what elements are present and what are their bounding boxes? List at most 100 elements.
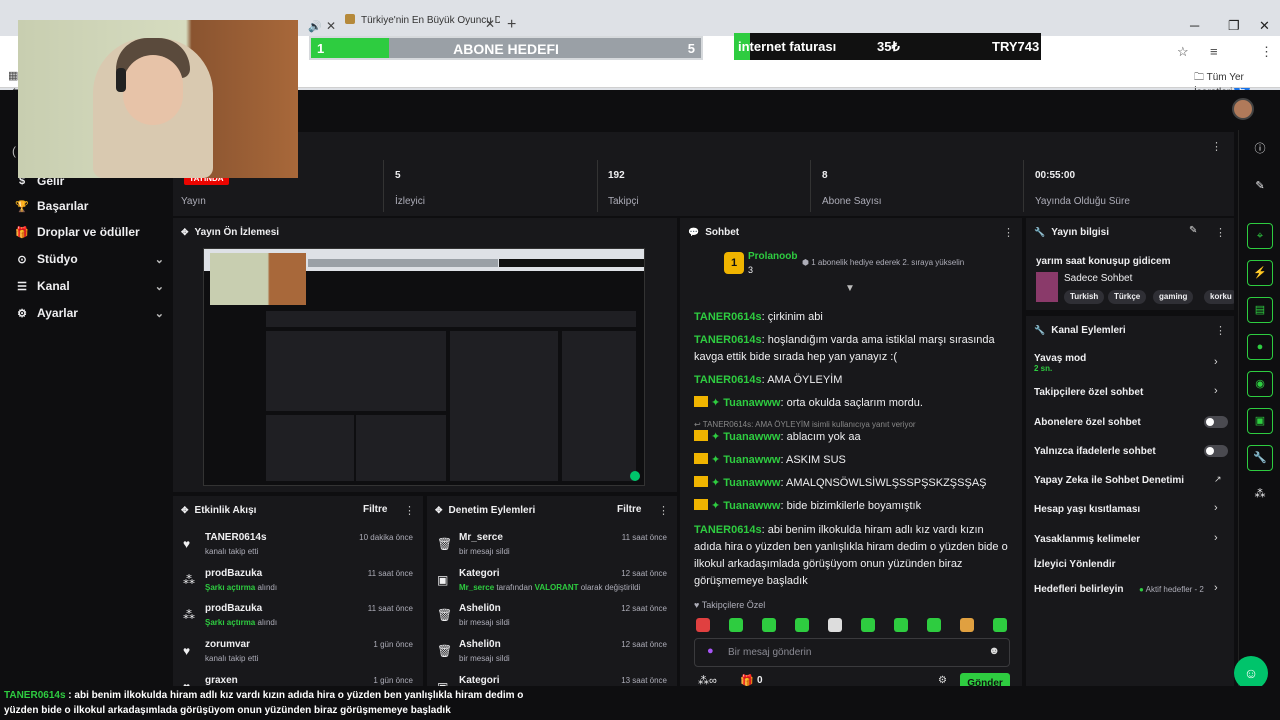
chat-username[interactable]: TANER0614s (694, 311, 762, 323)
account-age-row[interactable]: Hesap yaşı kısıtlaması (1034, 504, 1224, 515)
more-options-icon[interactable]: ⋮ (658, 504, 669, 517)
close-tab-icon[interactable]: ✕ (485, 17, 495, 31)
help-chat-button[interactable]: ☺ (1234, 656, 1268, 690)
edit-icon[interactable]: ✎ (1247, 174, 1273, 200)
mod-user[interactable]: Mr_serce (459, 532, 503, 543)
viewer-redirect-row[interactable]: İzleyici Yönlendir (1034, 559, 1224, 570)
emote-icon[interactable] (762, 618, 776, 632)
feed-user[interactable]: prodBazuka (205, 603, 262, 614)
drag-icon[interactable]: ✥ (181, 227, 189, 238)
sidebar-item-studyo[interactable]: ⊙ Stüdyo ⌄ (14, 252, 164, 266)
star-icon[interactable]: ☆ (1177, 44, 1189, 60)
emote-icon[interactable] (729, 618, 743, 632)
reward-icon[interactable]: ⁂ (1247, 482, 1273, 508)
mic-icon[interactable]: ● (707, 645, 714, 657)
feed-user[interactable]: graxen (205, 675, 238, 686)
chat-username[interactable]: TANER0614s (694, 524, 762, 536)
sidebar-item-basarilar[interactable]: 🏆 Başarılar (14, 199, 164, 213)
chat-username[interactable]: Tuanawww (723, 500, 780, 512)
more-options-icon[interactable]: ⋮ (1003, 226, 1014, 239)
emoji-icon[interactable]: ☻ (988, 645, 1000, 657)
menu-icon[interactable]: ⋮ (1260, 44, 1273, 60)
gift-leaderboard[interactable]: 1 Prolanoob 3 ⬢ 1 abonelik hediye ederek… (724, 251, 1022, 282)
stream-preview-video[interactable] (203, 248, 645, 486)
apps-icon[interactable]: ▦ (8, 69, 18, 82)
tag-pill[interactable]: gaming (1153, 290, 1194, 304)
chat-username[interactable]: Tuanawww (723, 477, 780, 489)
sidebar-item-droplar[interactable]: 🎁 Droplar ve ödüller (14, 225, 164, 239)
minimize-icon[interactable]: ─ (1190, 18, 1199, 33)
chat-bubble-icon[interactable]: ● (1247, 334, 1273, 360)
followers-chat-row[interactable]: Takipçilere özel sohbet (1034, 387, 1224, 398)
chevron-right-icon[interactable]: › (1214, 502, 1218, 514)
filter-button[interactable]: Filtre (617, 504, 641, 515)
close-tab-icon[interactable]: ✕ (326, 19, 336, 33)
more-options-icon[interactable]: ⋮ (1211, 140, 1222, 153)
external-link-icon[interactable]: ↗ (1214, 474, 1222, 485)
edit-icon[interactable]: ✎ (1189, 225, 1197, 236)
wrench-icon[interactable]: 🔧 (1247, 445, 1273, 471)
broadcast-icon[interactable]: ◉ (1247, 371, 1273, 397)
sidebar-item-ayarlar[interactable]: ⚙ Ayarlar ⌄ (14, 306, 164, 320)
tag-pill[interactable]: korku (1204, 290, 1234, 304)
subs-chat-toggle[interactable] (1204, 416, 1228, 428)
feed-user[interactable]: prodBazuka (205, 568, 262, 579)
chat-input[interactable]: ● Bir mesaj gönderin ☻ (694, 638, 1010, 667)
ai-moderation-row[interactable]: Yapay Zeka ile Sohbet Denetimi (1034, 475, 1224, 486)
feed-user[interactable]: zorumvar (205, 639, 250, 650)
feed-time: 11 saat önce (367, 604, 413, 613)
slow-mode-row[interactable]: Yavaş mod 2 sn. (1034, 353, 1224, 373)
emote-icon[interactable] (960, 618, 974, 632)
user-avatar[interactable] (1232, 98, 1254, 120)
close-window-icon[interactable]: ✕ (1259, 18, 1270, 34)
emote-icon[interactable] (795, 618, 809, 632)
filter-button[interactable]: Filtre (363, 504, 387, 515)
lightning-icon[interactable]: ⚡ (1247, 260, 1273, 286)
chat-username[interactable]: Tuanawww (723, 397, 780, 409)
chevron-right-icon[interactable]: › (1214, 582, 1218, 594)
emote-icon[interactable] (993, 618, 1007, 632)
media-icon[interactable]: ≡ (1210, 44, 1218, 59)
more-options-icon[interactable]: ⋮ (1215, 226, 1226, 239)
sidebar-item-kanal[interactable]: ☰ Kanal ⌄ (14, 279, 164, 293)
mod-user[interactable]: Asheli0n (459, 603, 501, 614)
emote-icon[interactable] (927, 618, 941, 632)
feed-user[interactable]: TANER0614s (205, 532, 267, 543)
tag-pill[interactable]: Türkçe (1108, 290, 1147, 304)
chevron-right-icon[interactable]: › (1214, 385, 1218, 397)
drag-icon[interactable]: ✥ (435, 505, 443, 516)
pinned-collapse-icon[interactable]: ▼ (845, 283, 855, 294)
gift-icon[interactable]: ▣ (1247, 408, 1273, 434)
chat-username[interactable]: Tuanawww (723, 454, 780, 466)
drag-icon[interactable]: ✥ (181, 505, 189, 516)
chat-username[interactable]: TANER0614s (694, 374, 762, 386)
chevron-right-icon[interactable]: › (1214, 532, 1218, 544)
maximize-icon[interactable]: ❐ (1228, 18, 1240, 34)
emote-icon[interactable] (696, 618, 710, 632)
new-tab-icon[interactable]: + (507, 16, 516, 34)
banned-words-row[interactable]: Yasaklanmış kelimeler (1034, 534, 1224, 545)
panel-header: 🔧 Kanal Eylemleri (1034, 325, 1126, 336)
clip-icon[interactable]: ⌖ (1247, 223, 1273, 249)
note-icon[interactable]: ▤ (1247, 297, 1273, 323)
chat-username[interactable]: TANER0614s (694, 334, 762, 346)
emote-icon[interactable] (861, 618, 875, 632)
category-name[interactable]: Sadece Sohbet (1064, 273, 1132, 284)
more-options-icon[interactable]: ⋮ (1215, 324, 1226, 337)
chat-username[interactable]: Tuanawww (723, 431, 780, 443)
chat-settings-icon[interactable]: ⚙ (938, 675, 947, 686)
info-icon[interactable]: ⓘ (1247, 137, 1273, 163)
gift-count: 3 (748, 265, 754, 275)
emote-icon[interactable] (828, 618, 842, 632)
emote-icon[interactable] (894, 618, 908, 632)
preview-panel (266, 331, 446, 411)
chevron-right-icon[interactable]: › (1214, 356, 1218, 368)
mod-user[interactable]: Asheli0n (459, 639, 501, 650)
mod-detail: bir mesajı sildi (459, 547, 510, 556)
tab-kick[interactable]: Türkiye'nin En Büyük Oyuncu D (345, 14, 500, 36)
emote-only-toggle[interactable] (1204, 445, 1228, 457)
collapse-icon[interactable]: ( (12, 144, 16, 158)
audio-icon[interactable]: 🔊 (308, 20, 322, 33)
more-options-icon[interactable]: ⋮ (404, 504, 415, 517)
tag-pill[interactable]: Turkish (1064, 290, 1105, 304)
